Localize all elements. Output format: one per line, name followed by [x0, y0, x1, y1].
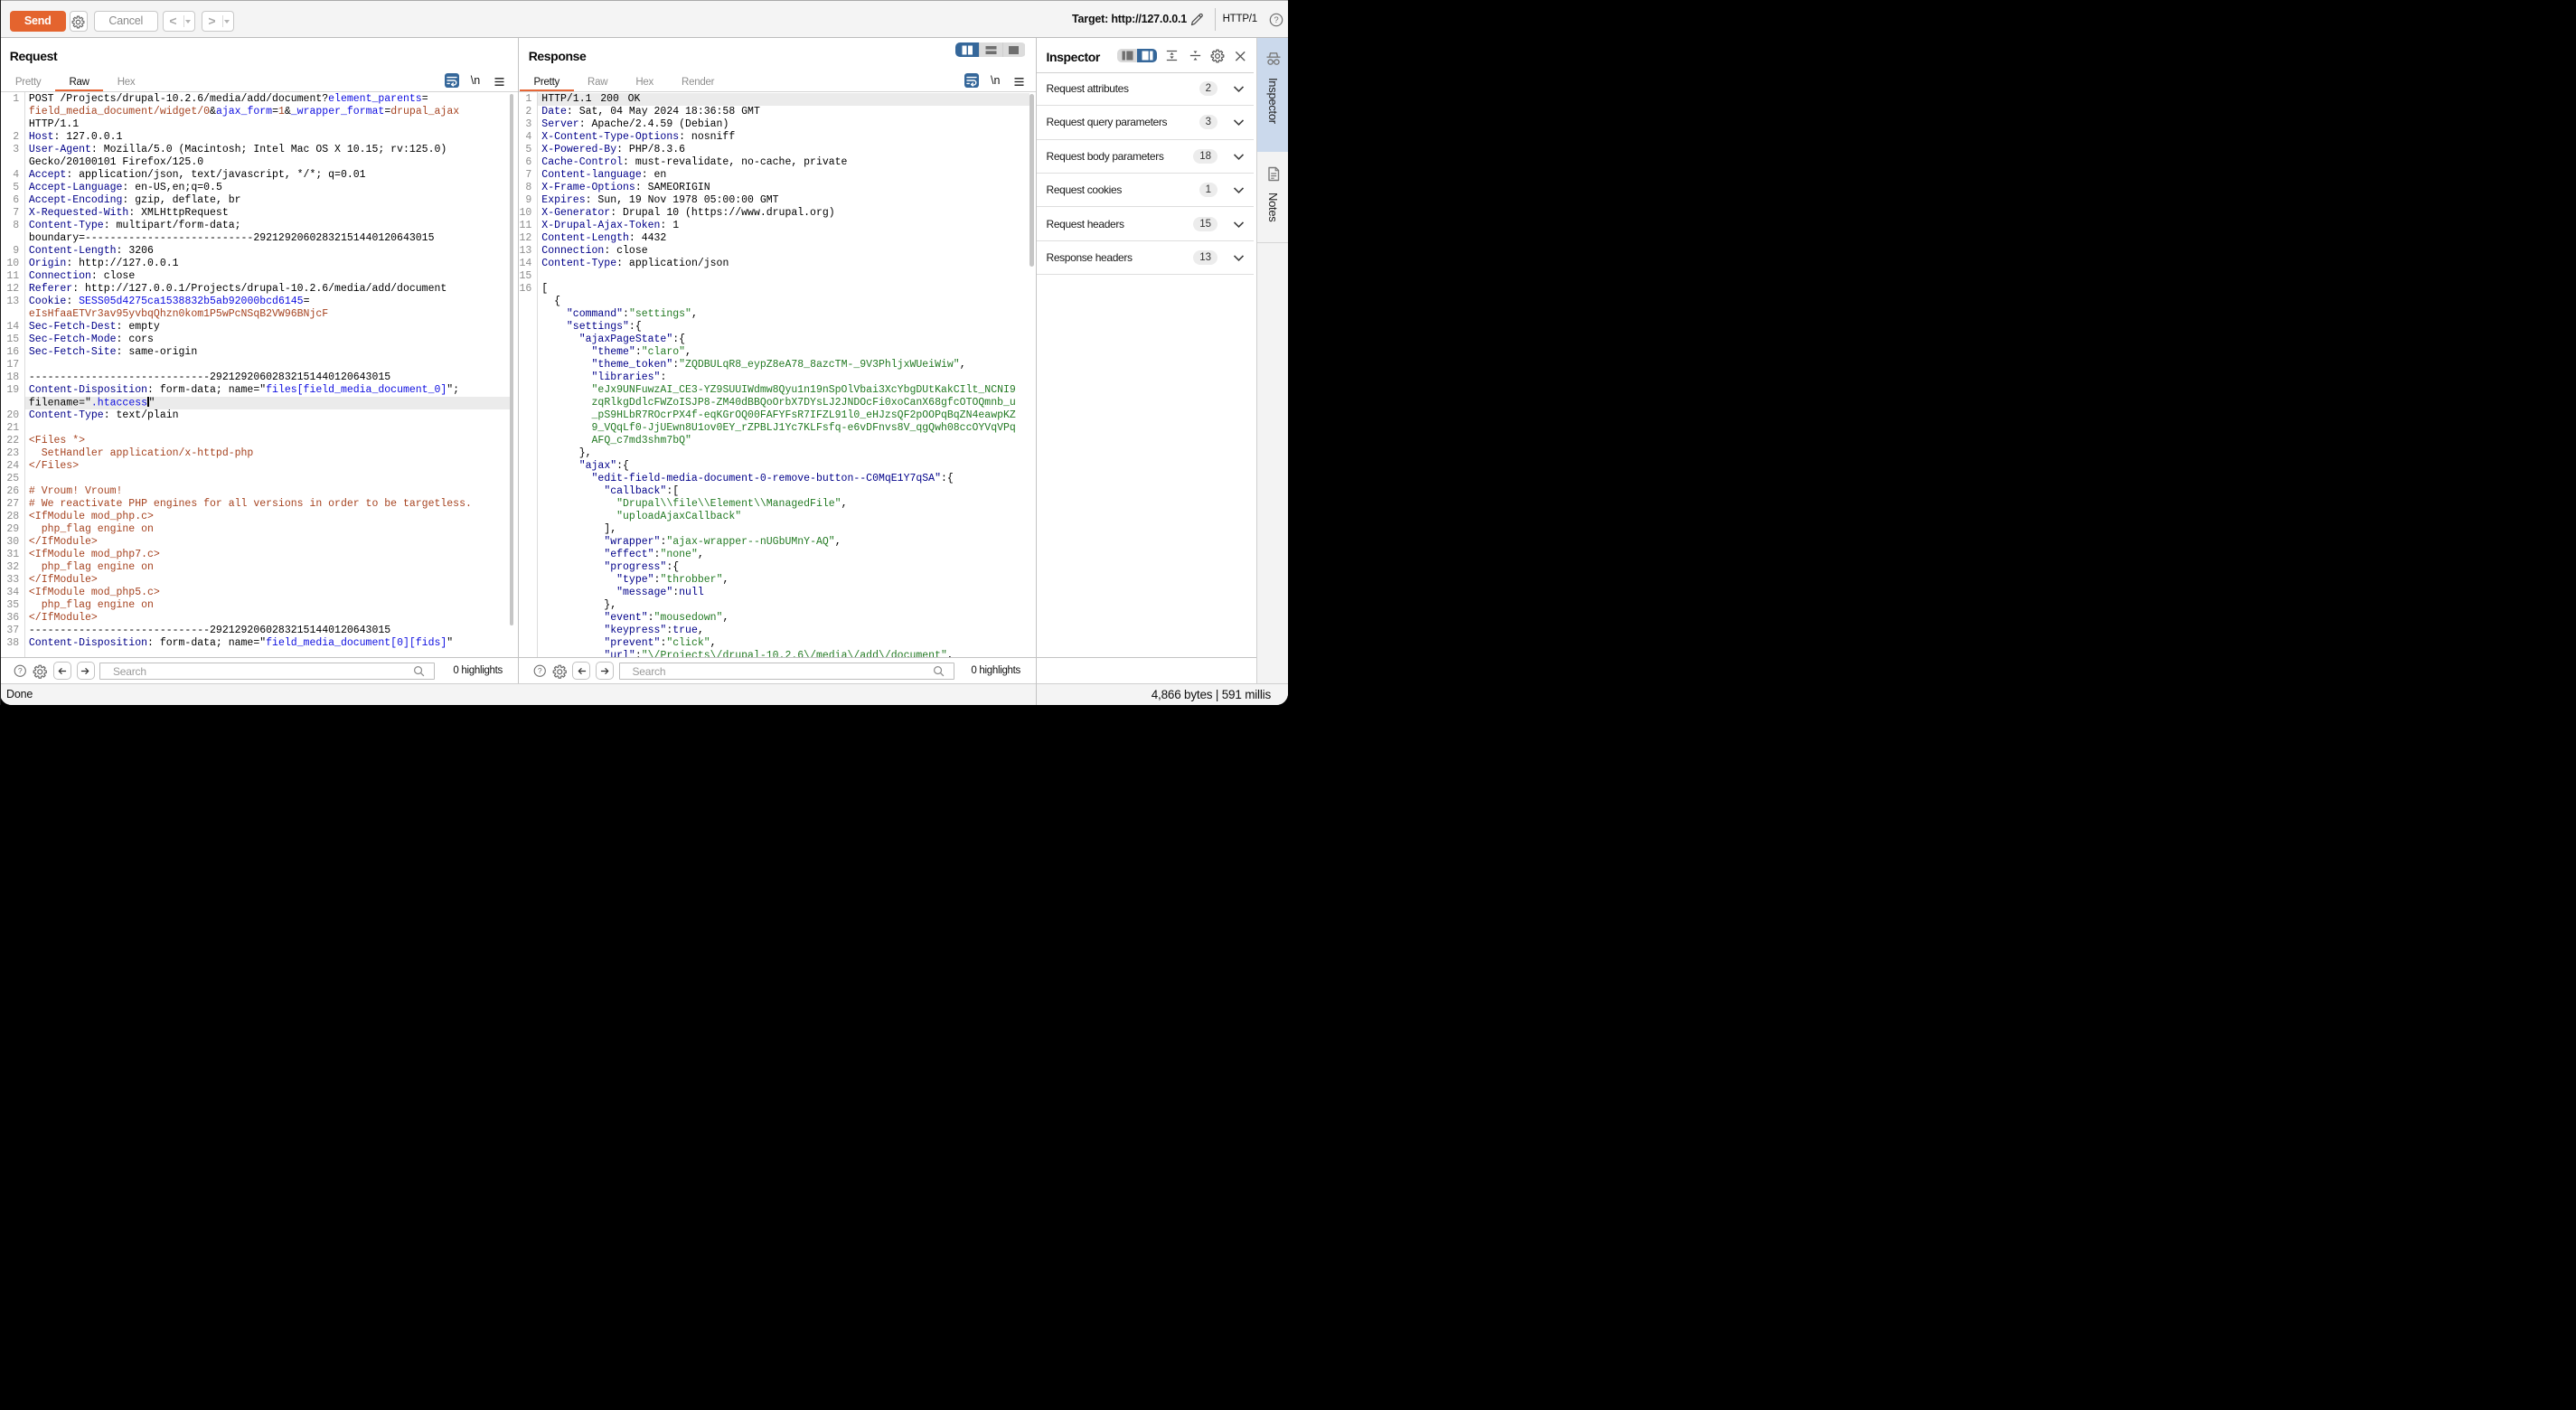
svg-text:?: ? — [1274, 15, 1278, 25]
svg-text:?: ? — [537, 666, 541, 675]
svg-text:?: ? — [18, 666, 23, 675]
